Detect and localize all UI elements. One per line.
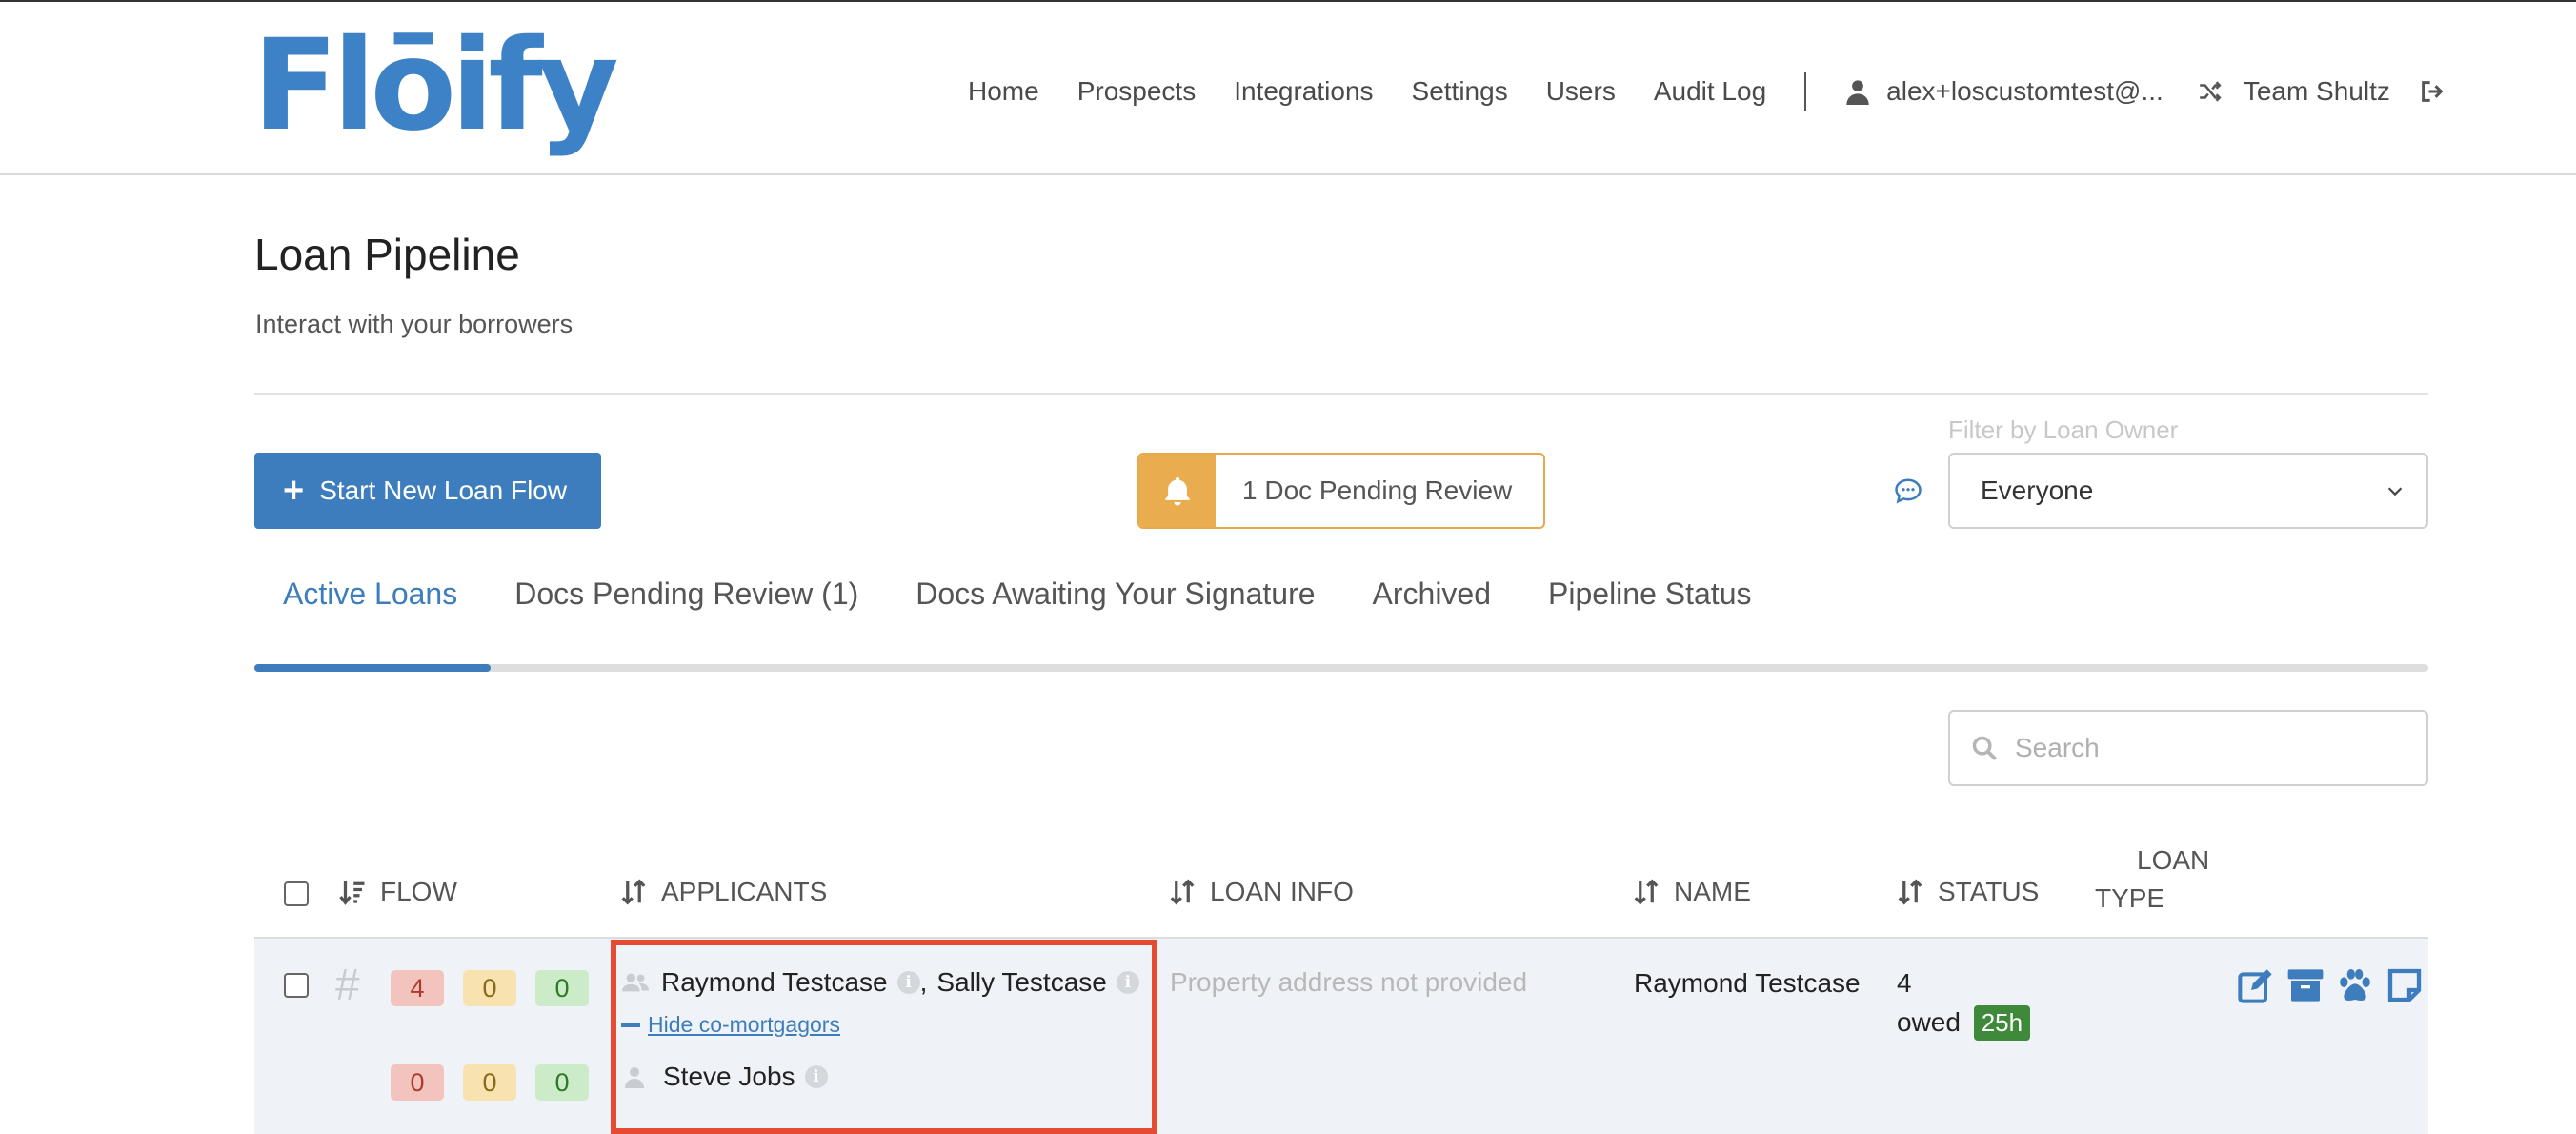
start-new-loan-flow-button[interactable]: + Start New Loan Flow (254, 453, 601, 529)
paw-icon[interactable] (2336, 966, 2374, 1004)
sort-icon (1634, 879, 1659, 905)
main-nav: Home Prospects Integrations Settings Use… (968, 71, 2445, 112)
active-tab-indicator (254, 664, 491, 672)
start-button-label: Start New Loan Flow (319, 476, 568, 505)
team-switcher[interactable]: Team Shultz (2198, 76, 2390, 107)
flow-count-red[interactable]: 0 (391, 1064, 444, 1101)
column-flow[interactable]: FLOW (338, 877, 457, 907)
column-status[interactable]: STATUS (1896, 877, 2039, 907)
nav-home[interactable]: Home (968, 76, 1039, 107)
column-name-label: NAME (1674, 877, 1751, 906)
row-checkbox[interactable] (284, 973, 309, 998)
name-cell[interactable]: Raymond Testcase (1634, 968, 1861, 999)
tab-docs-awaiting-signature[interactable]: Docs Awaiting Your Signature (887, 577, 1343, 624)
note-icon[interactable] (2385, 966, 2424, 1004)
plus-icon: + (283, 471, 305, 511)
applicants-highlight-box (611, 940, 1157, 1134)
filter-label: Filter by Loan Owner (1948, 415, 2179, 444)
shuffle-icon (2199, 81, 2222, 102)
header: Flōify Home Prospects Integrations Setti… (0, 2, 2576, 175)
doc-pending-label: 1 Doc Pending Review (1242, 476, 1513, 505)
tab-docs-pending-review[interactable]: Docs Pending Review (1) (486, 577, 887, 624)
doc-pending-review-button[interactable]: 1 Doc Pending Review (1137, 453, 1545, 529)
user-icon (1846, 80, 1869, 105)
chevron-down-icon (2387, 487, 2403, 496)
column-applicants-label: APPLICANTS (661, 877, 828, 906)
status-owed: owed 25h (1897, 1005, 2031, 1041)
flow-count-green[interactable]: 0 (535, 1064, 589, 1101)
nav-settings[interactable]: Settings (1412, 76, 1508, 107)
column-applicants[interactable]: APPLICANTS (619, 877, 827, 907)
column-loan-info[interactable]: LOAN INFO (1168, 877, 1354, 907)
team-name: Team Shultz (2243, 76, 2390, 106)
tab-track (254, 664, 2428, 672)
loan-tabs: Active Loans Docs Pending Review (1) Doc… (254, 577, 1780, 624)
search-input[interactable] (2015, 733, 2415, 763)
loan-info-cell: Property address not provided (1170, 967, 1528, 997)
sign-out-icon[interactable] (2419, 78, 2445, 105)
sort-icon (621, 879, 646, 905)
flow-count-yellow[interactable]: 0 (463, 1064, 516, 1101)
nav-separator (1804, 72, 1807, 111)
page-title: Loan Pipeline (254, 230, 520, 279)
hash-icon: # (335, 960, 360, 1009)
row-actions (2237, 966, 2435, 1004)
floify-logo[interactable]: Flōify (252, 23, 619, 149)
loan-owner-select[interactable]: Everyone (1948, 453, 2428, 529)
column-loan-type-label: LOAN TYPE (2095, 841, 2209, 918)
column-flow-label: FLOW (380, 877, 457, 906)
tab-archived[interactable]: Archived (1344, 577, 1520, 624)
chat-icon[interactable] (1894, 476, 1922, 505)
column-loan-type-line1: LOAN (2137, 845, 2210, 875)
tab-active-loans[interactable]: Active Loans (254, 577, 486, 624)
nav-users[interactable]: Users (1546, 76, 1616, 107)
flow-count-red[interactable]: 4 (391, 970, 444, 1006)
search-icon (1972, 736, 1997, 760)
column-name[interactable]: NAME (1632, 877, 1751, 907)
nav-audit-log[interactable]: Audit Log (1654, 76, 1766, 107)
loan-owner-value: Everyone (1981, 476, 2094, 505)
edit-icon[interactable] (2237, 966, 2275, 1004)
flow-count-yellow[interactable]: 0 (463, 970, 516, 1006)
status-label: owed (1897, 1007, 1961, 1037)
nav-prospects[interactable]: Prospects (1077, 76, 1197, 107)
page-subtitle: Interact with your borrowers (255, 310, 574, 338)
archive-icon[interactable] (2286, 966, 2324, 1004)
column-loan-type-line2: TYPE (2095, 883, 2165, 913)
sort-desc-icon (339, 881, 365, 905)
select-all-checkbox[interactable] (284, 881, 309, 906)
tab-pipeline-status[interactable]: Pipeline Status (1519, 577, 1780, 624)
bell-icon (1139, 455, 1216, 527)
divider (254, 393, 2428, 395)
sort-icon (1170, 879, 1195, 905)
column-status-label: STATUS (1938, 877, 2040, 906)
nav-integrations[interactable]: Integrations (1234, 76, 1373, 107)
flow-count-green[interactable]: 0 (535, 970, 589, 1006)
status-count: 4 (1897, 968, 1912, 998)
search-box[interactable] (1948, 710, 2428, 786)
user-email: alex+loscustomtest@... (1886, 76, 2163, 106)
sort-icon (1898, 879, 1922, 905)
column-loan-type[interactable]: LOAN TYPE (2082, 841, 2209, 918)
status-time-badge: 25h (1973, 1005, 2031, 1041)
user-menu[interactable]: alex+loscustomtest@... (1844, 76, 2163, 107)
column-loan-info-label: LOAN INFO (1210, 877, 1354, 906)
